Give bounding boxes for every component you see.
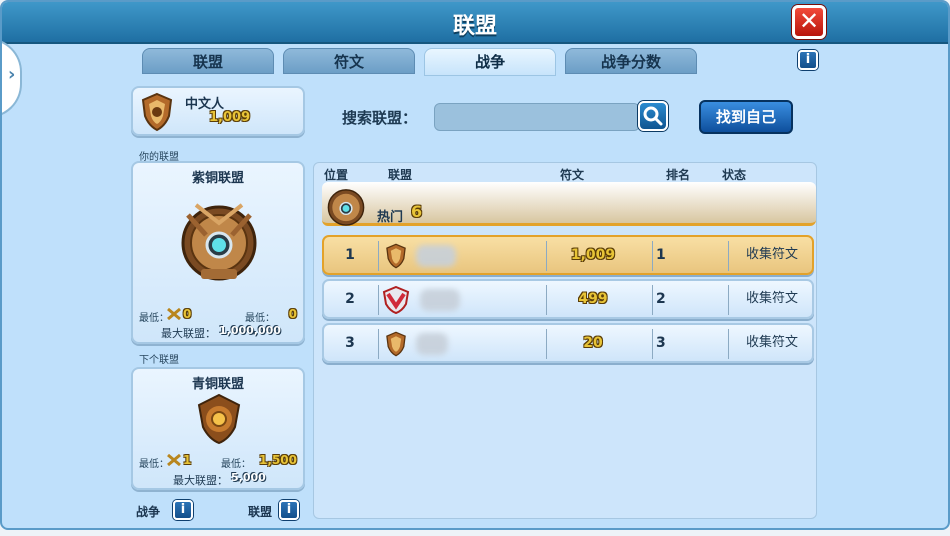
info-icon: i [805,52,811,67]
info-icon: i [286,502,292,517]
alliance-window: 联盟 ✕ › 联盟 符文 战争 战争分数 i 中文人 1,009 你的联盟 紫铜… [0,0,950,530]
war-info-button[interactable]: i [173,500,193,520]
your-league-name: 紫铜联盟 [191,171,244,186]
shield-icon [386,243,406,269]
your-league-max-value: 1,000,000 [219,324,281,337]
league-info-label: 联盟 [248,505,273,519]
side-drawer-tab[interactable]: › [2,38,22,118]
table-row[interactable]: 1 1,009 1 收集符文 [322,235,814,275]
row-rank: 2 [656,291,666,307]
your-league-min-right-label: 最低： [245,313,275,324]
crossed-swords-icon [167,308,181,320]
player-card: 中文人 1,009 [131,86,305,136]
your-league-min-right-value: 0 [288,307,297,321]
tab-war[interactable]: 战争 [424,48,556,76]
title-bar: 联盟 ✕ [2,2,948,44]
row-status: 收集符文 [745,247,798,262]
search-button[interactable] [638,101,668,131]
crossed-swords-icon [167,454,181,466]
row-rank: 1 [656,247,666,263]
league-info-button[interactable]: i [279,500,299,520]
your-league-max-label: 最大联盟： [161,327,216,340]
hot-count: 6 [411,202,423,221]
tab-runes[interactable]: 符文 [283,48,415,74]
close-button[interactable]: ✕ [792,5,826,39]
next-league-max-label: 最大联盟： [173,474,228,487]
tab-league[interactable]: 联盟 [142,48,274,74]
blurred-league-name [420,289,460,311]
next-league-min-right-label: 最低： [221,459,251,470]
header-status: 状态 [722,168,747,182]
row-runes: 20 [583,335,603,351]
table-row[interactable]: 3 20 3 收集符文 [322,323,814,363]
header-league: 联盟 [388,168,413,182]
row-status: 收集符文 [745,335,798,350]
next-league-min-left-label: 最低： [139,459,169,470]
info-button[interactable]: i [798,50,818,70]
row-rank: 3 [656,335,666,351]
player-shield-icon [141,92,173,132]
row-divider [546,329,547,359]
row-position: 2 [345,291,355,307]
chevron-right-icon: › [8,64,16,85]
table-row[interactable]: 2 499 2 收集符文 [322,279,814,319]
search-input[interactable] [434,103,640,131]
find-self-button[interactable]: 找到自己 [699,100,793,134]
row-divider [652,241,653,271]
hot-label: 热门 [377,210,404,225]
search-icon [643,106,663,126]
row-runes: 1,009 [570,247,616,263]
row-runes: 499 [578,291,608,307]
next-league-name: 青铜联盟 [191,377,244,392]
war-info-label: 战争 [136,505,161,519]
copper-league-emblem-icon [327,189,365,226]
header-position: 位置 [324,168,349,182]
header-rank: 排名 [666,168,691,182]
red-shield-icon [382,286,410,314]
next-league-max-value: 5,000 [231,471,266,484]
hot-league-row: 热门 6 [322,182,816,226]
row-position: 3 [345,335,355,351]
row-position: 1 [345,247,355,263]
next-league-min-left-value: 1 [183,453,192,467]
tab-war-score[interactable]: 战争分数 [565,48,697,74]
blurred-league-name [416,245,456,267]
your-league-min-left-value: 0 [183,307,192,321]
player-score: 1,009 [209,110,251,125]
row-divider [378,329,379,359]
search-label: 搜索联盟： [342,109,418,127]
copper-league-emblem-icon [181,203,257,281]
your-league-card: 紫铜联盟 最低： 0 最低： 0 最大联盟： 1,000,000 [131,161,305,344]
row-divider [378,285,379,315]
bronze-league-emblem-icon [197,393,241,445]
shield-icon [386,331,406,357]
row-status: 收集符文 [745,291,798,306]
next-league-section-label: 下个联盟 [139,355,179,366]
next-league-min-right-value: 1,500 [259,453,297,467]
row-divider [652,329,653,359]
your-league-min-left-label: 最低： [139,313,169,324]
close-icon: ✕ [798,7,820,35]
row-divider [546,285,547,315]
header-runes: 符文 [560,168,585,182]
row-divider [378,241,379,271]
row-divider [546,241,547,271]
blurred-league-name [416,333,448,355]
row-divider [652,285,653,315]
info-icon: i [180,502,186,517]
next-league-card: 青铜联盟 最低： 1 最低： 1,500 最大联盟： 5,000 [131,367,305,490]
